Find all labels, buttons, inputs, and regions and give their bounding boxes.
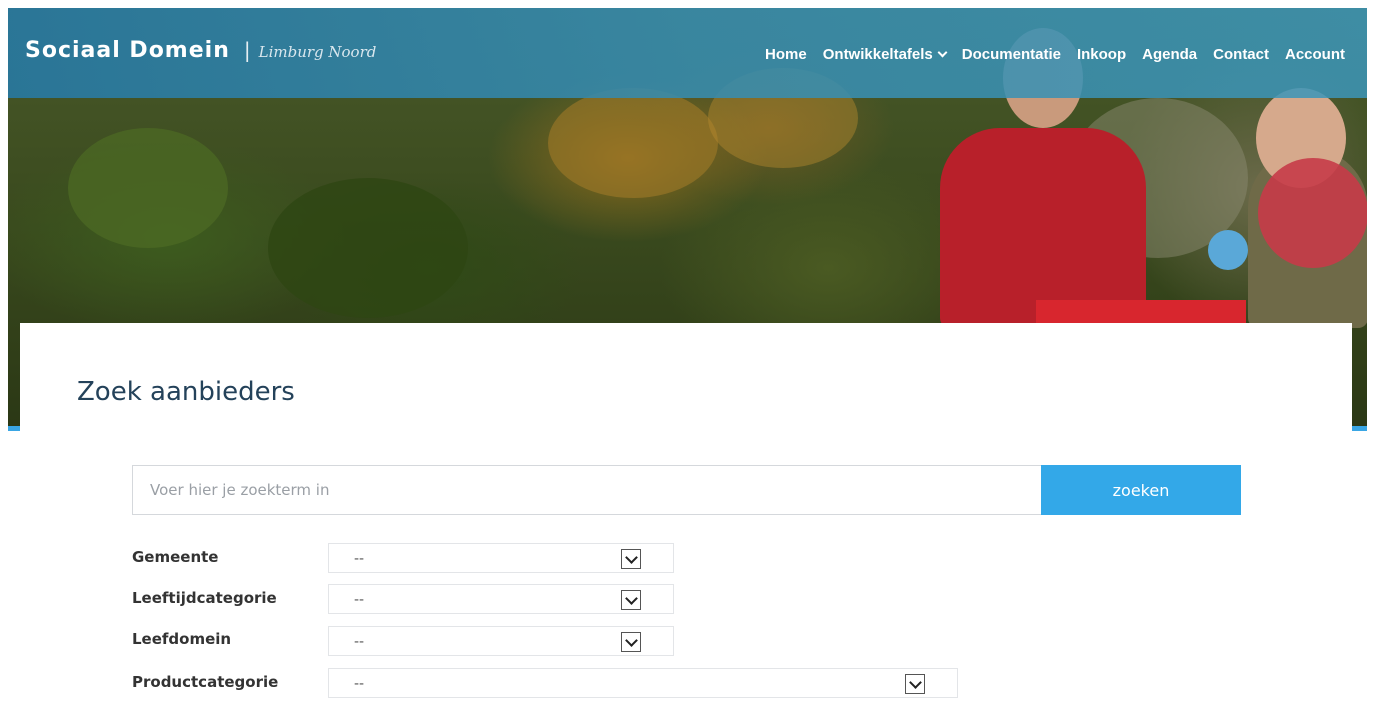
brand-separator: | (243, 38, 251, 62)
person-red-jacket (940, 128, 1146, 328)
chevron-down-icon (937, 47, 948, 57)
nav-account[interactable]: Account (1285, 46, 1345, 63)
chevron-down-icon[interactable] (905, 674, 925, 694)
search-input[interactable] (132, 465, 1042, 515)
select-gemeente[interactable]: -- (328, 543, 674, 573)
search-panel: Zoek aanbieders zoeken Gemeente -- Leeft… (20, 323, 1352, 707)
filter-label-productcategorie: Productcategorie (132, 673, 279, 691)
chevron-down-icon[interactable] (621, 590, 641, 610)
nav-account-label: Account (1285, 46, 1345, 63)
nav-documentatie-label: Documentatie (961, 46, 1061, 63)
select-gemeente-value: -- (354, 551, 365, 567)
page-title: Zoek aanbieders (77, 377, 295, 407)
top-navigation-bar: Sociaal Domein | Limburg Noord Home Ontw… (8, 8, 1367, 98)
nav-contact[interactable]: Contact (1213, 46, 1269, 63)
nav-agenda[interactable]: Agenda (1142, 46, 1197, 63)
frame-left (0, 0, 8, 707)
nav-home[interactable]: Home (765, 46, 807, 63)
site-brand[interactable]: Sociaal Domein | Limburg Noord (25, 38, 376, 63)
filter-label-leefdomein: Leefdomein (132, 630, 232, 648)
nav-contact-label: Contact (1213, 46, 1269, 63)
nav-documentatie[interactable]: Documentatie (962, 46, 1061, 63)
brand-region: Limburg Noord (258, 43, 377, 61)
search-button[interactable]: zoeken (1041, 465, 1241, 515)
filter-label-gemeente: Gemeente (132, 548, 219, 566)
nav-home-label: Home (765, 46, 807, 63)
frame-right (1367, 0, 1373, 707)
select-productcategorie-value: -- (354, 676, 365, 692)
nav-inkoop[interactable]: Inkoop (1077, 46, 1126, 63)
select-productcategorie[interactable]: -- (328, 668, 958, 698)
nav-ontwikkeltafels-label: Ontwikkeltafels (822, 46, 933, 63)
filter-label-leeftijdcategorie: Leeftijdcategorie (132, 589, 277, 607)
chevron-down-icon[interactable] (621, 549, 641, 569)
select-leeftijdcategorie-value: -- (354, 592, 365, 608)
chevron-down-icon[interactable] (621, 632, 641, 652)
bicycle-bell (1208, 230, 1248, 270)
nav-agenda-label: Agenda (1142, 46, 1198, 63)
select-leefdomein[interactable]: -- (328, 626, 674, 656)
nav-inkoop-label: Inkoop (1076, 46, 1127, 63)
main-nav: Home Ontwikkeltafels Documentatie Inkoop… (749, 46, 1345, 63)
frame-top (0, 0, 1373, 8)
nav-ontwikkeltafels[interactable]: Ontwikkeltafels (822, 46, 948, 63)
select-leeftijdcategorie[interactable]: -- (328, 584, 674, 614)
brand-name: Sociaal Domein (25, 38, 230, 63)
select-leefdomein-value: -- (354, 634, 365, 650)
